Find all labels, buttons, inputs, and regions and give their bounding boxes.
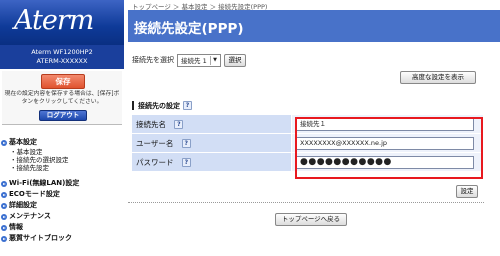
show-advanced-button[interactable]: 高度な設定を表示 xyxy=(400,71,476,84)
divider xyxy=(128,202,484,203)
model-info: Aterm WF1200HP2 ATERM-XXXXXX xyxy=(0,45,124,69)
nav-label: メンテナンス xyxy=(9,212,51,220)
arrow-circle-icon xyxy=(1,140,7,146)
nav-label: Wi-Fi(無線LAN)設定 xyxy=(9,179,80,187)
arrow-circle-icon xyxy=(1,181,7,187)
nav-menu-sections: Wi-Fi(無線LAN)設定 ECOモード設定 詳細設定 メンテナンス 情報 悪… xyxy=(0,178,124,244)
help-icon[interactable]: ? xyxy=(181,139,191,148)
logout-button[interactable]: ログアウト xyxy=(39,110,87,121)
nav-menu: 基本設定 ・基本設定 ・接続先の選択設定 ・接続先設定 xyxy=(0,137,124,172)
arrow-circle-icon xyxy=(1,225,7,231)
model-name: Aterm WF1200HP2 xyxy=(31,48,93,56)
chevron-down-icon: ▼ xyxy=(210,55,219,65)
help-icon[interactable]: ? xyxy=(174,120,184,129)
help-icon[interactable]: ? xyxy=(183,101,192,110)
save-button[interactable]: 保存 xyxy=(41,74,85,89)
nav-wifi[interactable]: Wi-Fi(無線LAN)設定 xyxy=(0,178,124,189)
section-title-text: 接続先の設定 xyxy=(138,101,180,110)
section-title: 接続先の設定 ? xyxy=(132,101,192,110)
nav-sub-connection-settings[interactable]: ・接続先設定 xyxy=(0,164,124,172)
brand-header: Aterm xyxy=(0,0,124,45)
arrow-circle-icon xyxy=(1,214,7,220)
device-id: ATERM-XXXXXX xyxy=(36,57,88,65)
nav-label: 情報 xyxy=(9,223,23,231)
back-to-top-button[interactable]: トップページへ戻る xyxy=(275,213,347,226)
connection-select-row: 接続先を選択 接続先 1 ▼ 選択 xyxy=(132,53,246,67)
username-label: ユーザー名 xyxy=(136,138,174,148)
nav-label: 基本設定 xyxy=(9,138,37,146)
set-button[interactable]: 設定 xyxy=(456,185,478,198)
page-title: 接続先設定(PPP) xyxy=(134,21,244,37)
nav-sub-connection-select[interactable]: ・接続先の選択設定 xyxy=(0,156,124,164)
nav-info[interactable]: 情報 xyxy=(0,222,124,233)
password-label: パスワード xyxy=(136,157,174,167)
arrow-circle-icon xyxy=(1,236,7,242)
save-panel: 保存 現在の設定内容を保存する場合は、[保存]ボタンをクリックしてください。 ロ… xyxy=(2,71,122,125)
arrow-circle-icon xyxy=(1,203,7,209)
help-icon[interactable]: ? xyxy=(181,158,191,167)
select-value: 接続先 1 xyxy=(181,57,207,65)
nav-maintenance[interactable]: メンテナンス xyxy=(0,211,124,222)
nav-label: 詳細設定 xyxy=(9,201,37,209)
nav-advanced[interactable]: 詳細設定 xyxy=(0,200,124,211)
arrow-circle-icon xyxy=(1,192,7,198)
aterm-logo: Aterm xyxy=(14,5,94,36)
sidebar: Aterm Aterm WF1200HP2 ATERM-XXXXXX 保存 現在… xyxy=(0,0,124,256)
select-label: 接続先を選択 xyxy=(132,56,174,64)
nav-basic-settings[interactable]: 基本設定 xyxy=(0,137,124,148)
highlight-box xyxy=(295,117,483,179)
nav-label: 悪質サイトブロック xyxy=(9,234,72,242)
connection-name-label: 接続先名 xyxy=(136,119,166,129)
nav-sub-basic[interactable]: ・基本設定 xyxy=(0,148,124,156)
title-bar: 接続先設定(PPP) xyxy=(128,10,500,42)
select-button[interactable]: 選択 xyxy=(224,53,246,67)
nav-label: ECOモード設定 xyxy=(9,190,60,198)
save-message: 現在の設定内容を保存する場合は、[保存]ボタンをクリックしてください。 xyxy=(4,91,120,105)
nav-eco[interactable]: ECOモード設定 xyxy=(0,189,124,200)
connection-select[interactable]: 接続先 1 ▼ xyxy=(177,53,221,67)
nav-malicious-site-block[interactable]: 悪質サイトブロック xyxy=(0,233,124,244)
